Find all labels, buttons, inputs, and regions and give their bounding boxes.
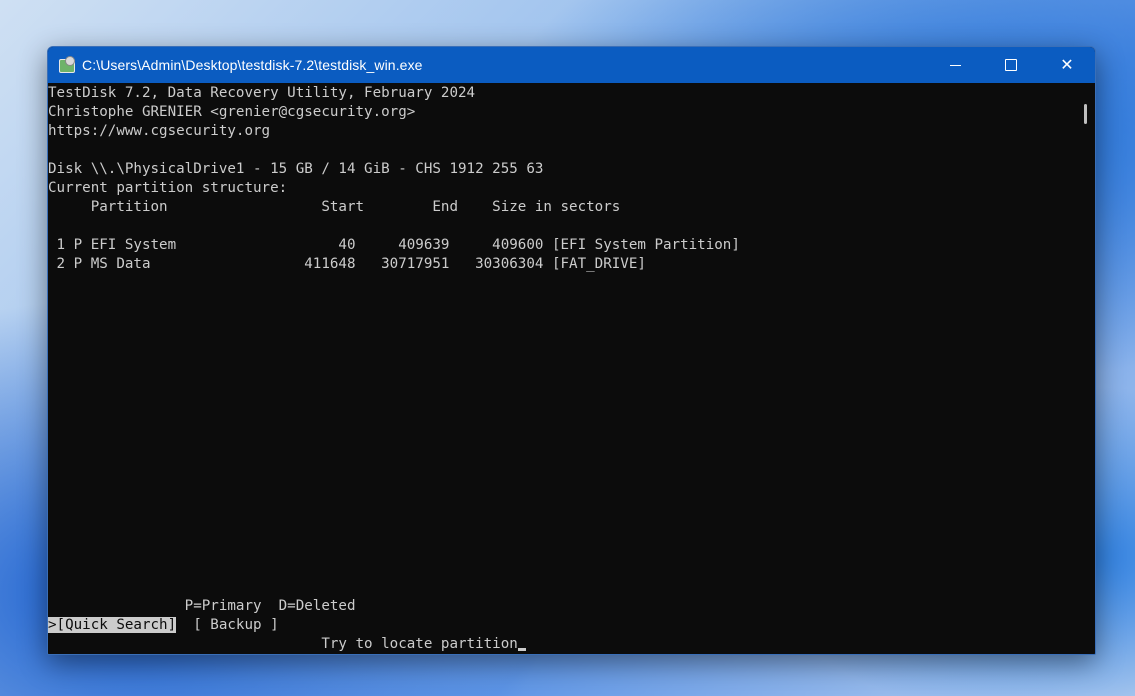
header-line-1: TestDisk 7.2, Data Recovery Utility, Feb… xyxy=(48,85,476,101)
partition-row: 2 P MS Data 411648 30717951 30306304 [FA… xyxy=(48,256,646,272)
header-line-2: Christophe GRENIER <grenier@cgsecurity.o… xyxy=(48,104,416,120)
close-icon: ✕ xyxy=(1060,55,1074,74)
minimize-icon xyxy=(949,64,961,66)
window-title: C:\Users\Admin\Desktop\testdisk-7.2\test… xyxy=(82,57,423,73)
header-line-3: https://www.cgsecurity.org xyxy=(48,123,271,139)
scrollbar-thumb[interactable] xyxy=(1084,104,1087,124)
text-cursor xyxy=(517,648,526,651)
app-icon xyxy=(58,56,76,74)
quick-search-option[interactable]: >[Quick Search] xyxy=(48,617,177,633)
terminal-window: C:\Users\Admin\Desktop\testdisk-7.2\test… xyxy=(47,46,1096,655)
type-legend: P=Primary D=Deleted xyxy=(48,598,356,614)
hint-line: Try to locate partition xyxy=(48,635,526,654)
structure-label: Current partition structure: xyxy=(48,180,288,196)
menu-hint: Try to locate partition xyxy=(48,636,518,652)
terminal-content[interactable]: TestDisk 7.2, Data Recovery Utility, Feb… xyxy=(48,84,1095,654)
partition-table-header: Partition Start End Size in sectors xyxy=(48,199,621,215)
disk-info-line: Disk \\.\PhysicalDrive1 - 15 GB / 14 GiB… xyxy=(48,161,544,177)
close-button[interactable]: ✕ xyxy=(1039,47,1095,83)
partition-row: 1 P EFI System 40 409639 409600 [EFI Sys… xyxy=(48,237,740,253)
maximize-icon xyxy=(1005,59,1017,71)
menu-line: >[Quick Search] [ Backup ] xyxy=(48,616,279,635)
title-bar[interactable]: C:\Users\Admin\Desktop\testdisk-7.2\test… xyxy=(48,47,1095,83)
backup-option[interactable]: [ Backup ] xyxy=(176,617,278,633)
minimize-button[interactable] xyxy=(927,47,983,83)
maximize-button[interactable] xyxy=(983,47,1039,83)
